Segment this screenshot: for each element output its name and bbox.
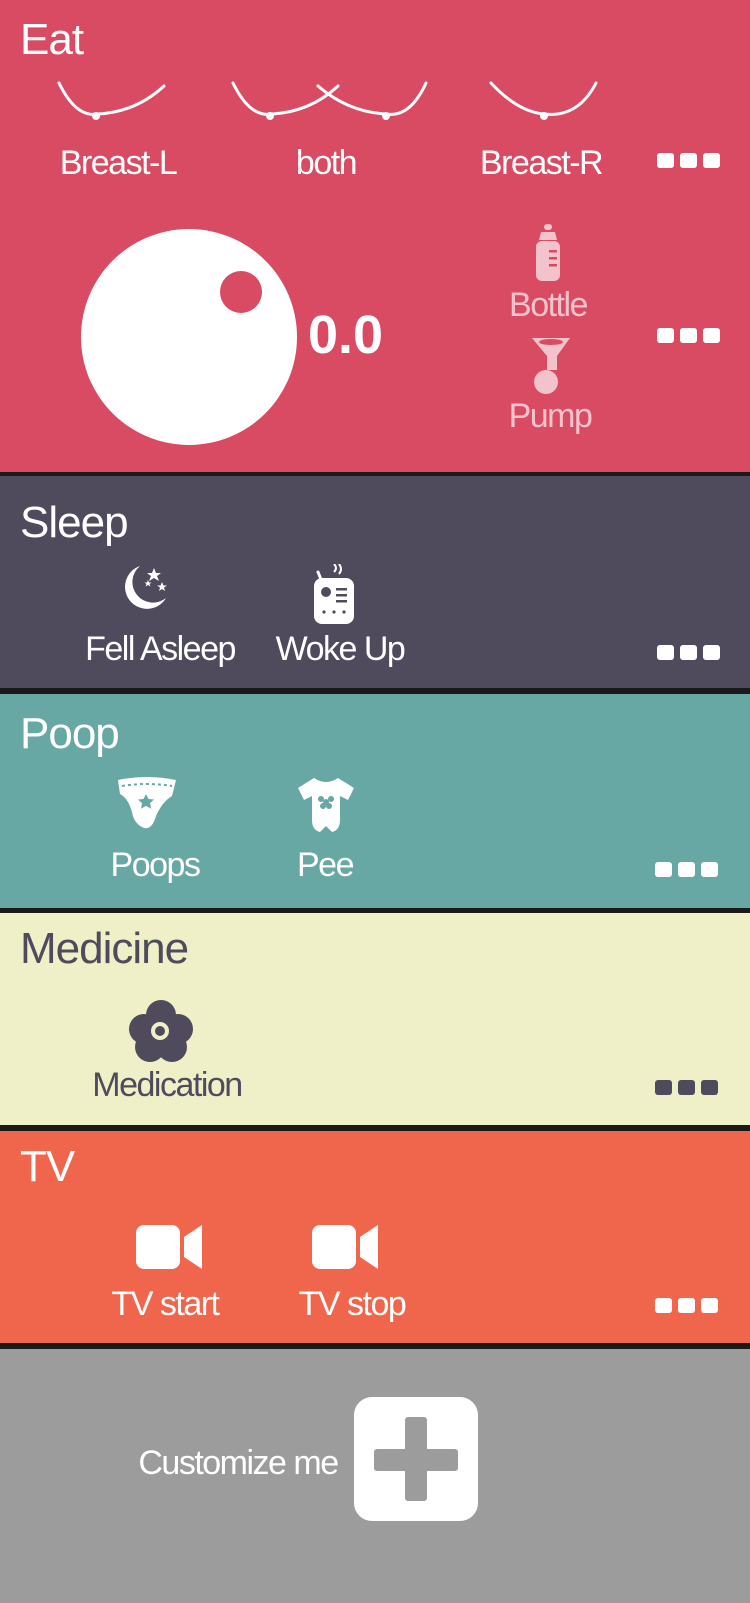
poop-section: Poop Poops Pee: [0, 694, 750, 908]
tv-stop-video-camera-icon[interactable]: [312, 1223, 380, 1271]
eat-title: Eat: [20, 15, 84, 64]
customize-label[interactable]: Customize me: [138, 1446, 339, 1480]
medicine-more-icon[interactable]: [655, 1080, 718, 1095]
fell-asleep-label[interactable]: Fell Asleep: [85, 632, 236, 666]
medicine-section: Medicine Medication: [0, 913, 750, 1125]
tv-start-video-camera-icon[interactable]: [136, 1223, 204, 1271]
sleep-more-icon[interactable]: [657, 645, 720, 660]
eat-section: Eat Breast-L both Breast-R 0.0 Bottle Pu…: [0, 0, 750, 472]
plus-icon[interactable]: [354, 1397, 478, 1521]
onesie-icon[interactable]: [296, 776, 356, 834]
pump-label[interactable]: Pump: [509, 399, 593, 433]
medicine-title: Medicine: [20, 924, 189, 973]
tv-section: TV TV start TV stop: [0, 1131, 750, 1343]
breast-right-icon[interactable]: [488, 80, 600, 122]
medication-label[interactable]: Medication: [92, 1068, 243, 1102]
tv-more-icon[interactable]: [655, 1298, 718, 1313]
baby-monitor-icon[interactable]: [312, 564, 356, 624]
breast-both-icon[interactable]: [230, 80, 430, 122]
tv-start-label[interactable]: TV start: [111, 1287, 220, 1321]
bottle-label[interactable]: Bottle: [509, 288, 588, 322]
breast-right-label[interactable]: Breast-R: [480, 146, 604, 180]
breast-left-icon[interactable]: [56, 80, 168, 122]
bottle-icon[interactable]: [532, 224, 564, 282]
timer-value: 0.0: [308, 305, 384, 365]
tv-title: TV: [20, 1142, 75, 1191]
sleep-title: Sleep: [20, 498, 129, 547]
woke-up-label[interactable]: Woke Up: [276, 632, 406, 666]
eat-more-bottom-icon[interactable]: [657, 328, 720, 343]
timer-dial-icon[interactable]: [80, 228, 298, 446]
sleep-section: Sleep Fell Asleep Woke Up: [0, 476, 750, 688]
breast-left-label[interactable]: Breast-L: [60, 146, 178, 180]
diaper-icon[interactable]: [116, 776, 178, 832]
eat-more-top-icon[interactable]: [657, 153, 720, 168]
moon-stars-icon[interactable]: [118, 564, 170, 614]
both-label[interactable]: both: [296, 146, 358, 180]
poop-title: Poop: [20, 709, 120, 758]
customize-section: Customize me: [0, 1349, 750, 1603]
poops-label[interactable]: Poops: [111, 848, 201, 882]
pee-label[interactable]: Pee: [297, 848, 355, 882]
tv-stop-label[interactable]: TV stop: [299, 1287, 407, 1321]
poop-more-icon[interactable]: [655, 862, 718, 877]
pump-icon[interactable]: [527, 336, 575, 396]
flower-pill-icon[interactable]: [128, 999, 194, 1063]
